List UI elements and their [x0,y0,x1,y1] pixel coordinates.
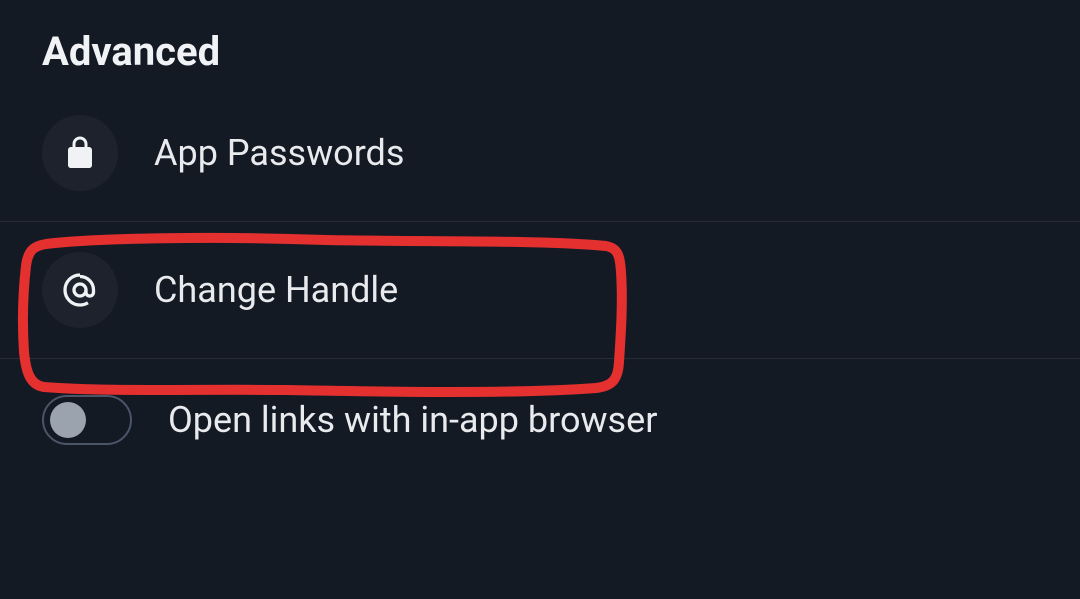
settings-item-open-links[interactable]: Open links with in-app browser [0,359,1080,481]
toggle-knob [50,402,86,438]
item-label-open-links: Open links with in-app browser [168,399,657,441]
lock-icon [62,135,98,171]
icon-circle [42,115,118,191]
section-header-advanced: Advanced [0,0,1080,99]
item-label-change-handle: Change Handle [154,269,398,311]
toggle-in-app-browser[interactable] [42,395,132,445]
settings-list: App Passwords Change Handle Open links w… [0,99,1080,481]
settings-item-app-passwords[interactable]: App Passwords [0,99,1080,222]
icon-circle [42,252,118,328]
at-icon [62,272,98,308]
item-label-app-passwords: App Passwords [154,132,404,174]
settings-item-change-handle[interactable]: Change Handle [0,222,1080,359]
